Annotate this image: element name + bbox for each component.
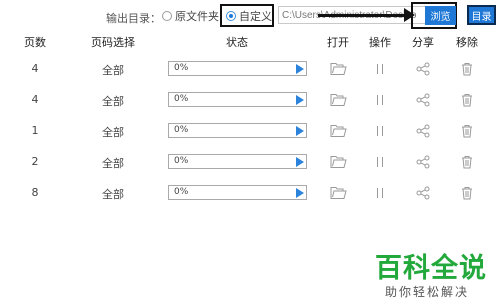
row-progress-bar: 0% xyxy=(168,185,307,200)
share-icon[interactable] xyxy=(413,183,433,203)
pause-icon[interactable] xyxy=(370,183,390,203)
folder-icon[interactable] xyxy=(328,59,348,79)
row-progress-text: 0% xyxy=(174,94,189,104)
trash-icon[interactable] xyxy=(457,90,477,110)
row-page-range[interactable]: 全部 xyxy=(102,93,124,109)
table-row: 2 全部 0% xyxy=(0,148,500,180)
trash-icon[interactable] xyxy=(457,121,477,141)
folder-icon[interactable] xyxy=(328,90,348,110)
share-icon[interactable] xyxy=(413,90,433,110)
row-progress-text: 0% xyxy=(174,187,189,197)
watermark-subtitle: 助你轻松解决 xyxy=(385,285,470,299)
row-page-count: 4 xyxy=(31,62,39,75)
output-dir-label: 输出目录： xyxy=(106,12,161,25)
folder-icon[interactable] xyxy=(328,121,348,141)
pause-icon[interactable] xyxy=(370,152,390,172)
radio-circle-icon xyxy=(162,11,172,21)
header-share: 分享 xyxy=(412,36,434,49)
open-directory-button[interactable]: 目录 xyxy=(467,5,496,25)
row-page-count: 1 xyxy=(31,124,39,137)
pause-icon[interactable] xyxy=(370,59,390,79)
pause-icon[interactable] xyxy=(370,121,390,141)
row-progress-bar: 0% xyxy=(168,92,307,107)
table-row: 1 全部 0% xyxy=(0,117,500,149)
row-progress-text: 0% xyxy=(174,63,189,73)
play-icon[interactable] xyxy=(296,188,304,198)
row-page-count: 2 xyxy=(31,155,39,168)
table-header: 页数 页码选择 状态 打开 操作 分享 移除 xyxy=(0,31,500,51)
trash-icon[interactable] xyxy=(457,152,477,172)
row-page-count: 4 xyxy=(31,93,39,106)
table-row: 8 全部 0% xyxy=(0,179,500,211)
trash-icon[interactable] xyxy=(457,59,477,79)
radio-custom[interactable]: 自定义 xyxy=(226,9,272,23)
radio-original-folder[interactable]: 原文件夹 xyxy=(162,9,220,23)
header-remove: 移除 xyxy=(456,36,478,49)
row-page-range[interactable]: 全部 xyxy=(102,124,124,140)
row-progress-text: 0% xyxy=(174,156,189,166)
row-page-range[interactable]: 全部 xyxy=(102,62,124,78)
annotation-arrow-line xyxy=(318,14,410,17)
play-icon[interactable] xyxy=(296,95,304,105)
header-operation: 操作 xyxy=(369,36,391,49)
browse-button[interactable]: 浏览 xyxy=(425,6,456,25)
table-row: 4 全部 0% xyxy=(0,55,500,87)
header-status: 状态 xyxy=(226,36,248,49)
play-icon[interactable] xyxy=(296,157,304,167)
play-icon[interactable] xyxy=(296,126,304,136)
row-progress-bar: 0% xyxy=(168,123,307,138)
pause-icon[interactable] xyxy=(370,90,390,110)
row-progress-bar: 0% xyxy=(168,61,307,76)
row-progress-bar: 0% xyxy=(168,154,307,169)
radio-custom-label: 自定义 xyxy=(239,10,272,23)
output-directory-bar: 输出目录： 原文件夹 自定义 浏览 目录 xyxy=(0,0,500,30)
share-icon[interactable] xyxy=(413,59,433,79)
row-progress-text: 0% xyxy=(174,125,189,135)
row-page-range[interactable]: 全部 xyxy=(102,186,124,202)
row-page-range[interactable]: 全部 xyxy=(102,155,124,171)
header-pages: 页数 xyxy=(24,36,46,49)
share-icon[interactable] xyxy=(413,152,433,172)
row-page-count: 8 xyxy=(31,186,39,199)
watermark-title: 百科全说 xyxy=(375,253,487,284)
table-row: 4 全部 0% xyxy=(0,86,500,118)
header-page-range: 页码选择 xyxy=(91,36,135,49)
folder-icon[interactable] xyxy=(328,152,348,172)
play-icon[interactable] xyxy=(296,64,304,74)
radio-original-label: 原文件夹 xyxy=(175,10,219,23)
folder-icon[interactable] xyxy=(328,183,348,203)
trash-icon[interactable] xyxy=(457,183,477,203)
radio-selected-icon xyxy=(226,11,236,21)
header-open: 打开 xyxy=(327,36,349,49)
share-icon[interactable] xyxy=(413,121,433,141)
